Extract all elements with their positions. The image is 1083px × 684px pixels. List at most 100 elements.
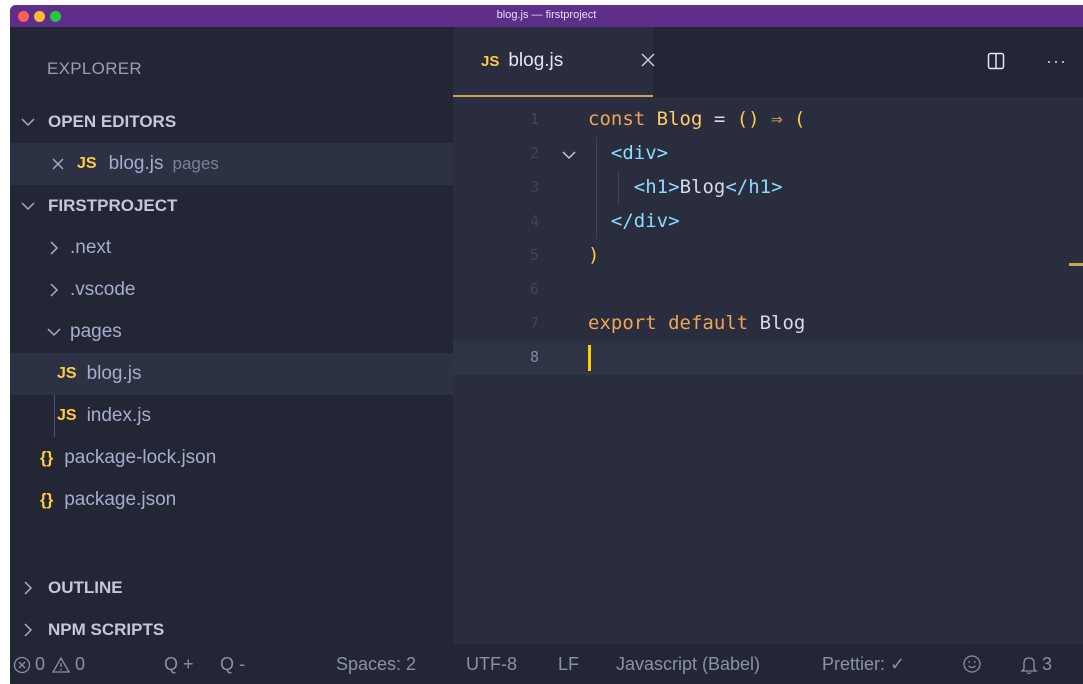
code-line[interactable]: 4 </div> bbox=[453, 205, 1083, 239]
open-editor-filename: blog.js bbox=[108, 153, 164, 174]
tree-item-package-lock[interactable]: {} package-lock.json bbox=[10, 437, 453, 479]
error-icon bbox=[13, 656, 31, 673]
title-bar: blog.js — firstproject bbox=[10, 5, 1083, 27]
indentation-status[interactable]: Spaces: 2 bbox=[336, 654, 416, 675]
code-token: = bbox=[702, 108, 737, 130]
line-number: 2 bbox=[529, 144, 539, 162]
tree-item-label: package-lock.json bbox=[64, 447, 217, 468]
code-line[interactable]: 8 bbox=[453, 341, 1083, 375]
encoding-status[interactable]: UTF-8 bbox=[466, 654, 517, 675]
line-number: 3 bbox=[529, 178, 539, 196]
open-editors-label: OPEN EDITORS bbox=[48, 112, 177, 131]
fold-chevron-icon[interactable] bbox=[561, 147, 577, 163]
code-token: ) bbox=[588, 244, 600, 266]
code-line[interactable]: 6 bbox=[453, 273, 1083, 307]
tree-item-label: index.js bbox=[86, 405, 151, 426]
tree-item-blog-js[interactable]: JS blog.js bbox=[10, 353, 453, 395]
js-file-icon: JS bbox=[57, 365, 77, 382]
line-number: 7 bbox=[529, 314, 539, 332]
code-token: const bbox=[588, 108, 657, 130]
line-number: 1 bbox=[529, 110, 539, 128]
code-token: export bbox=[588, 312, 669, 334]
tree-item-label: .next bbox=[70, 237, 112, 258]
tab-blog-js[interactable]: JS blog.js bbox=[453, 27, 655, 97]
zoom-in-button[interactable]: Q + bbox=[164, 654, 194, 675]
code-line[interactable]: 2 <div> bbox=[453, 137, 1083, 171]
outline-label: OUTLINE bbox=[48, 578, 123, 597]
prettier-status[interactable]: Prettier: ✓ bbox=[822, 654, 905, 675]
tab-bar: JS blog.js ··· bbox=[453, 27, 1083, 97]
problems-indicator[interactable]: 0 0 bbox=[13, 654, 85, 675]
line-source: const Blog = () ⇒ ( bbox=[588, 108, 805, 130]
code-token: () bbox=[736, 108, 760, 130]
tree-item-pages[interactable]: pages bbox=[10, 311, 453, 353]
code-token: Blog bbox=[656, 108, 703, 130]
chevron-right-icon bbox=[46, 240, 62, 256]
zoom-out-button[interactable]: Q - bbox=[220, 654, 245, 675]
code-token: Blog bbox=[759, 312, 806, 334]
tree-item-label: .vscode bbox=[70, 279, 136, 300]
open-editors-section[interactable]: OPEN EDITORS bbox=[10, 101, 453, 143]
line-source: </div> bbox=[588, 210, 680, 232]
json-file-icon: {} bbox=[40, 448, 54, 467]
line-number: 8 bbox=[529, 348, 539, 366]
language-mode[interactable]: Javascript (Babel) bbox=[616, 654, 760, 675]
text-cursor bbox=[588, 345, 591, 371]
code-token: < bbox=[610, 142, 623, 164]
json-file-icon: {} bbox=[40, 490, 54, 509]
close-icon[interactable] bbox=[50, 156, 66, 172]
code-token: </ bbox=[725, 176, 749, 198]
code-token: default bbox=[668, 312, 760, 334]
code-line[interactable]: 3 <h1>Blog</h1> bbox=[453, 171, 1083, 205]
smiley-icon bbox=[963, 655, 981, 673]
open-editor-folder: pages bbox=[172, 154, 219, 173]
code-line[interactable]: 7 export default Blog bbox=[453, 307, 1083, 341]
firstproject-section[interactable]: FIRSTPROJECT bbox=[10, 185, 453, 227]
code-token: > bbox=[656, 142, 669, 164]
tree-item-package-json[interactable]: {} package.json bbox=[10, 479, 453, 521]
tree-item-index-js[interactable]: JS index.js bbox=[10, 395, 453, 437]
notifications-button[interactable]: 3 bbox=[1020, 654, 1052, 675]
editor-area[interactable]: JS blog.js ··· 1 const Blog = () ⇒ (2 <di… bbox=[453, 27, 1083, 644]
notification-count: 3 bbox=[1042, 654, 1053, 674]
error-count: 0 bbox=[35, 654, 46, 674]
code-token: > bbox=[668, 176, 680, 198]
code-token: ( bbox=[793, 108, 806, 130]
split-editor-icon[interactable] bbox=[987, 52, 1005, 70]
code-token: Blog bbox=[679, 176, 726, 198]
js-file-icon: JS bbox=[481, 52, 500, 70]
feedback-button[interactable] bbox=[962, 654, 986, 674]
chevron-down-icon bbox=[20, 198, 36, 214]
line-number: 5 bbox=[529, 246, 539, 264]
window-title: blog.js — firstproject bbox=[496, 9, 597, 21]
scrollbar-marker bbox=[1069, 263, 1083, 266]
code-line[interactable]: 5) bbox=[453, 239, 1083, 273]
project-label: FIRSTPROJECT bbox=[48, 196, 178, 215]
bell-icon bbox=[1020, 656, 1038, 674]
outline-section[interactable]: OUTLINE bbox=[10, 567, 453, 609]
close-icon[interactable] bbox=[639, 51, 657, 69]
code-line[interactable]: 1 const Blog = () ⇒ ( bbox=[453, 103, 1083, 137]
status-bar: 0 0 Q + Q - Spaces: 2 UTF-8 LF Javascrip… bbox=[10, 644, 1083, 684]
open-editor-item-blog[interactable]: JS blog.js pages bbox=[10, 143, 453, 185]
code-token: ⇒ bbox=[771, 108, 783, 130]
npm-scripts-label: NPM SCRIPTS bbox=[48, 620, 165, 639]
tree-item-label: blog.js bbox=[86, 363, 142, 384]
code-token: > bbox=[771, 176, 783, 198]
line-source: ) bbox=[588, 244, 599, 266]
tree-item-label: pages bbox=[70, 321, 122, 342]
warning-count: 0 bbox=[75, 654, 86, 674]
js-file-icon: JS bbox=[57, 407, 77, 424]
code-token: > bbox=[668, 210, 680, 232]
chevron-right-icon bbox=[46, 282, 62, 298]
more-actions-icon[interactable]: ··· bbox=[1046, 51, 1067, 72]
tree-item-vscode[interactable]: .vscode bbox=[10, 269, 453, 311]
tree-item-next[interactable]: .next bbox=[10, 227, 453, 269]
line-source: <h1>Blog</h1> bbox=[588, 176, 783, 198]
eol-status[interactable]: LF bbox=[558, 654, 579, 675]
line-source: export default Blog bbox=[588, 312, 805, 334]
